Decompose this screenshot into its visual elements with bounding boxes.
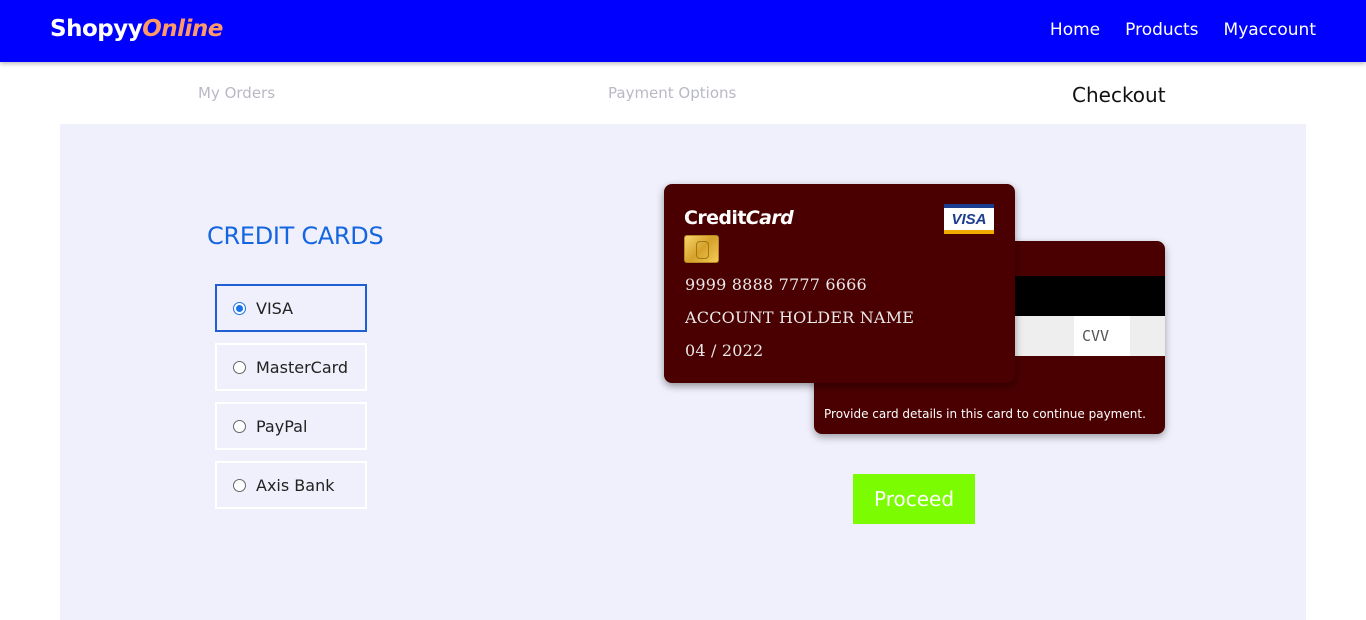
card-number-field[interactable]: 9999 8888 7777 6666	[685, 275, 867, 294]
payment-option-label: PayPal	[256, 416, 308, 436]
payment-option-label: MasterCard	[256, 357, 349, 377]
payment-option-mastercard[interactable]: MasterCard	[215, 343, 367, 391]
step-payment-options[interactable]: Payment Options	[608, 84, 736, 102]
top-navbar: ShopyyOnline Home Products Myaccount	[0, 0, 1366, 62]
credit-card-front: CreditCard VISA 9999 8888 7777 6666 ACCO…	[664, 184, 1015, 383]
axis-bank-radio[interactable]	[233, 478, 246, 492]
nav-myaccount-link[interactable]: Myaccount	[1224, 20, 1316, 40]
card-instruction-note: Provide card details in this card to con…	[824, 407, 1146, 421]
nav-home-link[interactable]: Home	[1050, 20, 1100, 40]
main-nav: Home Products Myaccount	[1050, 20, 1316, 40]
card-expiry-field[interactable]: 04 / 2022	[685, 341, 763, 360]
payment-panel: CREDIT CARDS VISA MasterCard PayPal Axis…	[60, 124, 1306, 620]
paypal-radio[interactable]	[233, 419, 246, 433]
visa-logo-icon: VISA	[944, 204, 994, 234]
nav-products-link[interactable]: Products	[1125, 20, 1198, 40]
card-brand-accent: Card	[745, 207, 794, 229]
card-brand: CreditCard	[684, 207, 794, 229]
payment-option-axis-bank[interactable]: Axis Bank	[215, 461, 367, 509]
payment-option-visa[interactable]: VISA	[215, 284, 367, 332]
step-checkout[interactable]: Checkout	[1072, 83, 1166, 107]
logo-accent: Online	[142, 16, 223, 42]
payment-option-label: VISA	[256, 298, 294, 318]
card-brand-primary: Credit	[684, 207, 746, 229]
card-chip-icon	[684, 235, 719, 263]
credit-cards-heading: CREDIT CARDS	[207, 222, 384, 250]
payment-option-label: Axis Bank	[256, 475, 335, 495]
mastercard-radio[interactable]	[233, 360, 246, 374]
checkout-steps: My Orders Payment Options Checkout	[60, 62, 1306, 124]
proceed-button[interactable]: Proceed	[853, 474, 975, 524]
cvv-field[interactable]: CVV	[1074, 316, 1130, 356]
card-network-label: VISA	[951, 210, 987, 228]
card-holder-field[interactable]: ACCOUNT HOLDER NAME	[685, 308, 914, 327]
payment-option-paypal[interactable]: PayPal	[215, 402, 367, 450]
logo-primary: Shopyy	[50, 16, 143, 42]
step-my-orders[interactable]: My Orders	[198, 84, 275, 102]
site-logo[interactable]: ShopyyOnline	[50, 16, 223, 42]
visa-radio[interactable]	[233, 301, 246, 315]
